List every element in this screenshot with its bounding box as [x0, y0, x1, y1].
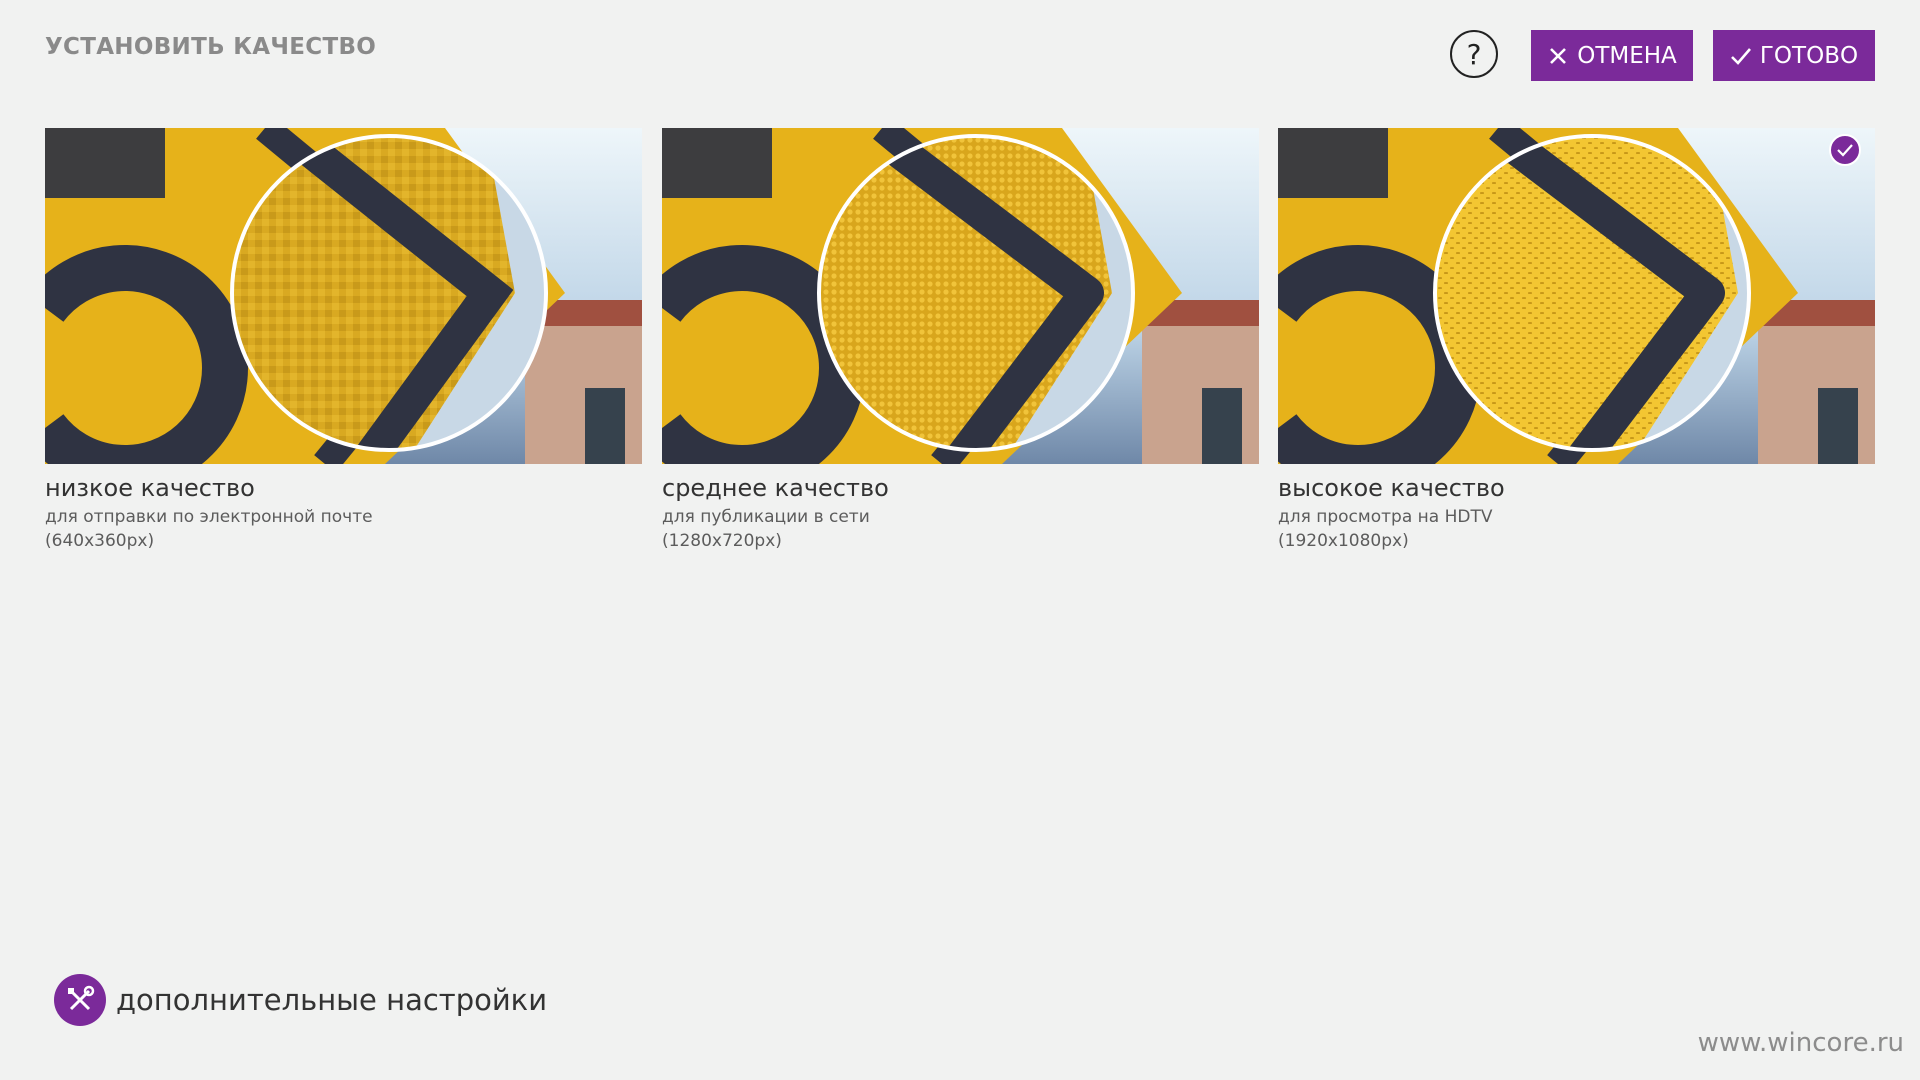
selected-check-badge — [1829, 134, 1861, 166]
page-title: УСТАНОВИТЬ КАЧЕСТВО — [45, 34, 377, 60]
help-button[interactable]: ? — [1450, 30, 1498, 78]
watermark: www.wincore.ru — [1697, 1028, 1904, 1058]
quality-description: для просмотра на HDTV — [1278, 507, 1493, 527]
quality-description: для отправки по электронной почте — [45, 507, 373, 527]
close-icon — [1550, 47, 1567, 64]
more-settings-label: дополнительные настройки — [116, 983, 548, 1017]
low-quality-preview-image — [45, 128, 642, 464]
question-icon: ? — [1466, 37, 1482, 71]
cancel-button-label: ОТМЕНА — [1577, 42, 1677, 69]
high-quality-preview-image — [1278, 128, 1875, 464]
more-settings-button[interactable]: дополнительные настройки — [54, 974, 547, 1026]
quality-description: для публикации в сети — [662, 507, 870, 527]
cancel-button[interactable]: ОТМЕНА — [1531, 30, 1693, 81]
quality-title: низкое качество — [45, 474, 255, 502]
quality-option-low[interactable]: низкое качество для отправки по электрон… — [45, 128, 642, 553]
checkmark-icon — [1730, 47, 1751, 65]
quality-resolution: (1280x720px) — [662, 531, 782, 551]
done-button-label: ГОТОВО — [1759, 42, 1859, 69]
quality-settings-page: УСТАНОВИТЬ КАЧЕСТВО ? ОТМЕНА ГОТОВО низк… — [0, 0, 1920, 1080]
quality-title: среднее качество — [662, 474, 889, 502]
quality-option-high[interactable]: высокое качество для просмотра на HDTV (… — [1278, 128, 1875, 553]
done-button[interactable]: ГОТОВО — [1713, 30, 1875, 81]
quality-resolution: (640x360px) — [45, 531, 155, 551]
medium-quality-preview-image — [662, 128, 1259, 464]
quality-title: высокое качество — [1278, 474, 1505, 502]
check-badge-icon — [1837, 144, 1853, 157]
quality-option-medium[interactable]: среднее качество для публикации в сети (… — [662, 128, 1259, 553]
tools-icon — [54, 974, 106, 1026]
quality-resolution: (1920x1080px) — [1278, 531, 1409, 551]
